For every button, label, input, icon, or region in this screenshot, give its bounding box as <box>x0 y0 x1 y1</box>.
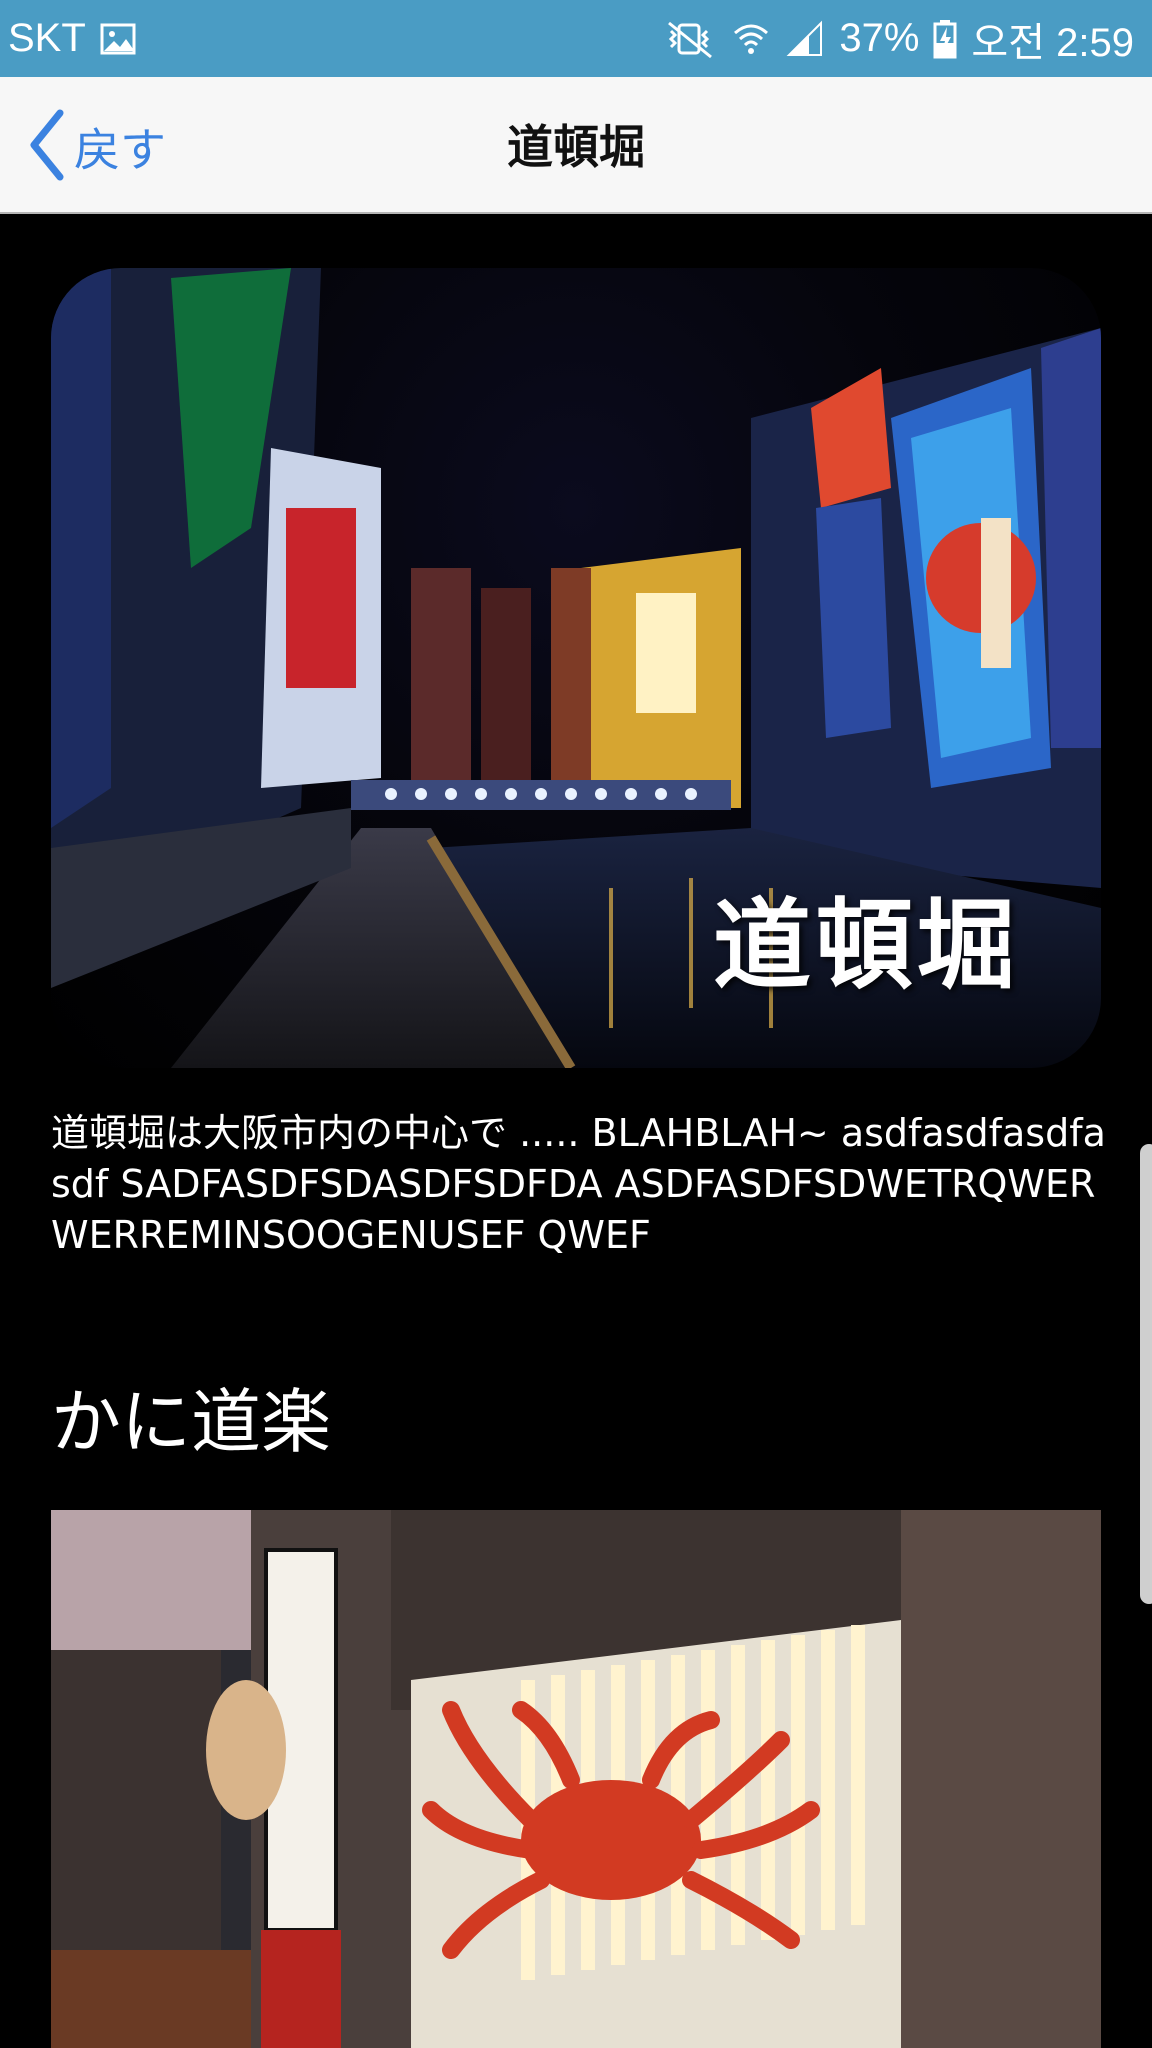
kani-doraku-storefront <box>51 1510 1101 2048</box>
kani-doraku-photo <box>51 1510 1101 2048</box>
edge-panel-handle[interactable] <box>1140 1144 1152 1604</box>
navigation-bar: 戻す 道頓堀 <box>0 77 1152 214</box>
signal-icon <box>785 19 825 59</box>
battery-charging-icon <box>933 19 957 59</box>
hero-overlay-title: 道頓堀 <box>712 888 1019 1003</box>
page-title: 道頓堀 <box>507 120 645 174</box>
status-right: 37% 오전 2:59 <box>661 10 1134 68</box>
hero-image: 道頓堀 <box>51 268 1101 1068</box>
description-text: 道頓堀は大阪市内の中心で ..... BLAHBLAH~ asdfasdfasd… <box>51 1111 1106 1257</box>
battery-percent: 37% <box>839 16 920 60</box>
status-left: SKT <box>8 16 136 61</box>
section-heading: かに道楽 <box>51 1381 331 1463</box>
status-bar: SKT 37% 오전 2:59 <box>0 0 1152 77</box>
image-icon <box>100 21 136 57</box>
wifi-icon <box>731 19 771 59</box>
clock: 오전 2:59 <box>971 20 1134 65</box>
vibrate-mute-icon <box>661 19 717 59</box>
carrier-label: SKT <box>8 16 86 60</box>
